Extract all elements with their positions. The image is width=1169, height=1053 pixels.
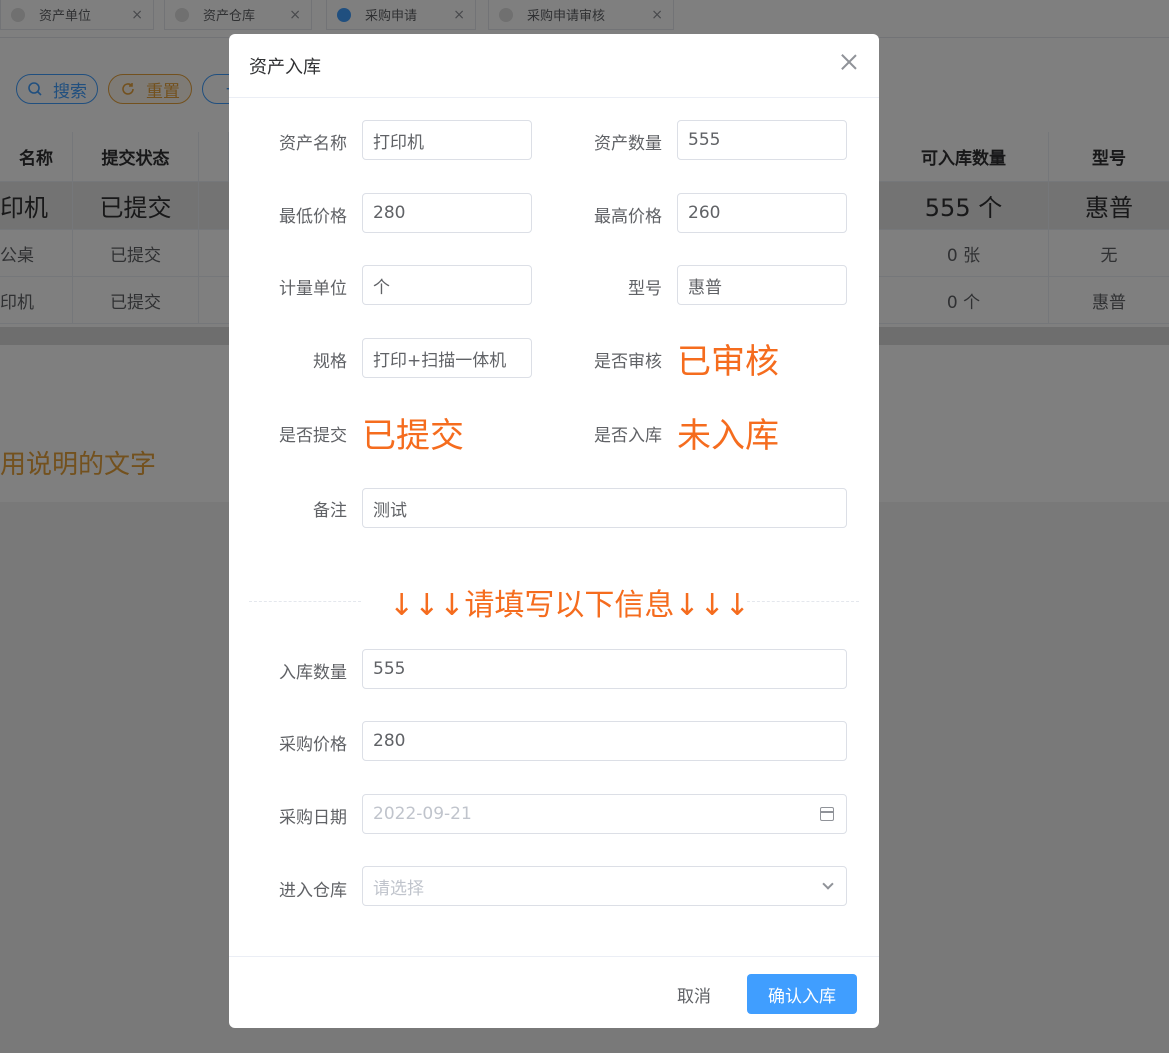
asset-qty-input[interactable]: 555 xyxy=(677,120,847,160)
divider-line-right xyxy=(747,601,859,602)
in-qty-input[interactable]: 555 xyxy=(362,649,847,689)
chevron-down-icon xyxy=(822,878,834,890)
unit-input[interactable]: 个 xyxy=(362,265,532,305)
divider-line-left xyxy=(249,601,361,602)
asset-name-input[interactable]: 打印机 xyxy=(362,120,532,160)
min-price-input[interactable]: 280 xyxy=(362,193,532,233)
submitted-status: 已提交 xyxy=(362,416,464,456)
close-icon[interactable] xyxy=(839,52,859,72)
remark-label: 备注 xyxy=(313,501,347,521)
asset-qty-label: 资产数量 xyxy=(594,134,662,154)
max-price-input[interactable]: 260 xyxy=(677,193,847,233)
asset-storage-dialog: 资产入库 资产名称 打印机 资产数量 555 最低价格 280 最高价格 260… xyxy=(229,34,879,1028)
stored-label: 是否入库 xyxy=(594,426,662,446)
model-label: 型号 xyxy=(628,279,662,299)
min-price-label: 最低价格 xyxy=(279,207,347,227)
purchase-date-label: 采购日期 xyxy=(279,808,347,828)
dialog-title: 资产入库 xyxy=(249,57,321,78)
max-price-label: 最高价格 xyxy=(594,207,662,227)
submitted-label: 是否提交 xyxy=(279,426,347,446)
purchase-price-label: 采购价格 xyxy=(279,735,347,755)
purchase-date-placeholder: 2022-09-21 xyxy=(373,804,472,824)
unit-label: 计量单位 xyxy=(279,279,347,299)
spec-input[interactable]: 打印+扫描一体机 xyxy=(362,338,532,378)
warehouse-placeholder: 请选择 xyxy=(373,878,424,899)
dialog-header: 资产入库 xyxy=(229,34,879,98)
audited-status: 已审核 xyxy=(677,342,779,382)
section-divider-text: ↓↓↓请填写以下信息↓↓↓ xyxy=(389,588,750,623)
confirm-storage-button[interactable]: 确认入库 xyxy=(747,974,857,1014)
calendar-icon xyxy=(820,807,834,821)
warehouse-select[interactable]: 请选择 xyxy=(362,866,847,906)
asset-name-label: 资产名称 xyxy=(279,134,347,154)
cancel-button[interactable]: 取消 xyxy=(657,974,731,1014)
remark-input[interactable]: 测试 xyxy=(362,488,847,528)
stored-status: 未入库 xyxy=(677,416,779,456)
spec-label: 规格 xyxy=(313,352,347,372)
purchase-date-picker[interactable]: 2022-09-21 xyxy=(362,794,847,834)
dialog-footer: 取消 确认入库 xyxy=(229,956,879,1028)
in-qty-label: 入库数量 xyxy=(279,663,347,683)
audited-label: 是否审核 xyxy=(594,352,662,372)
purchase-price-input[interactable]: 280 xyxy=(362,721,847,761)
warehouse-label: 进入仓库 xyxy=(279,881,347,901)
model-input[interactable]: 惠普 xyxy=(677,265,847,305)
